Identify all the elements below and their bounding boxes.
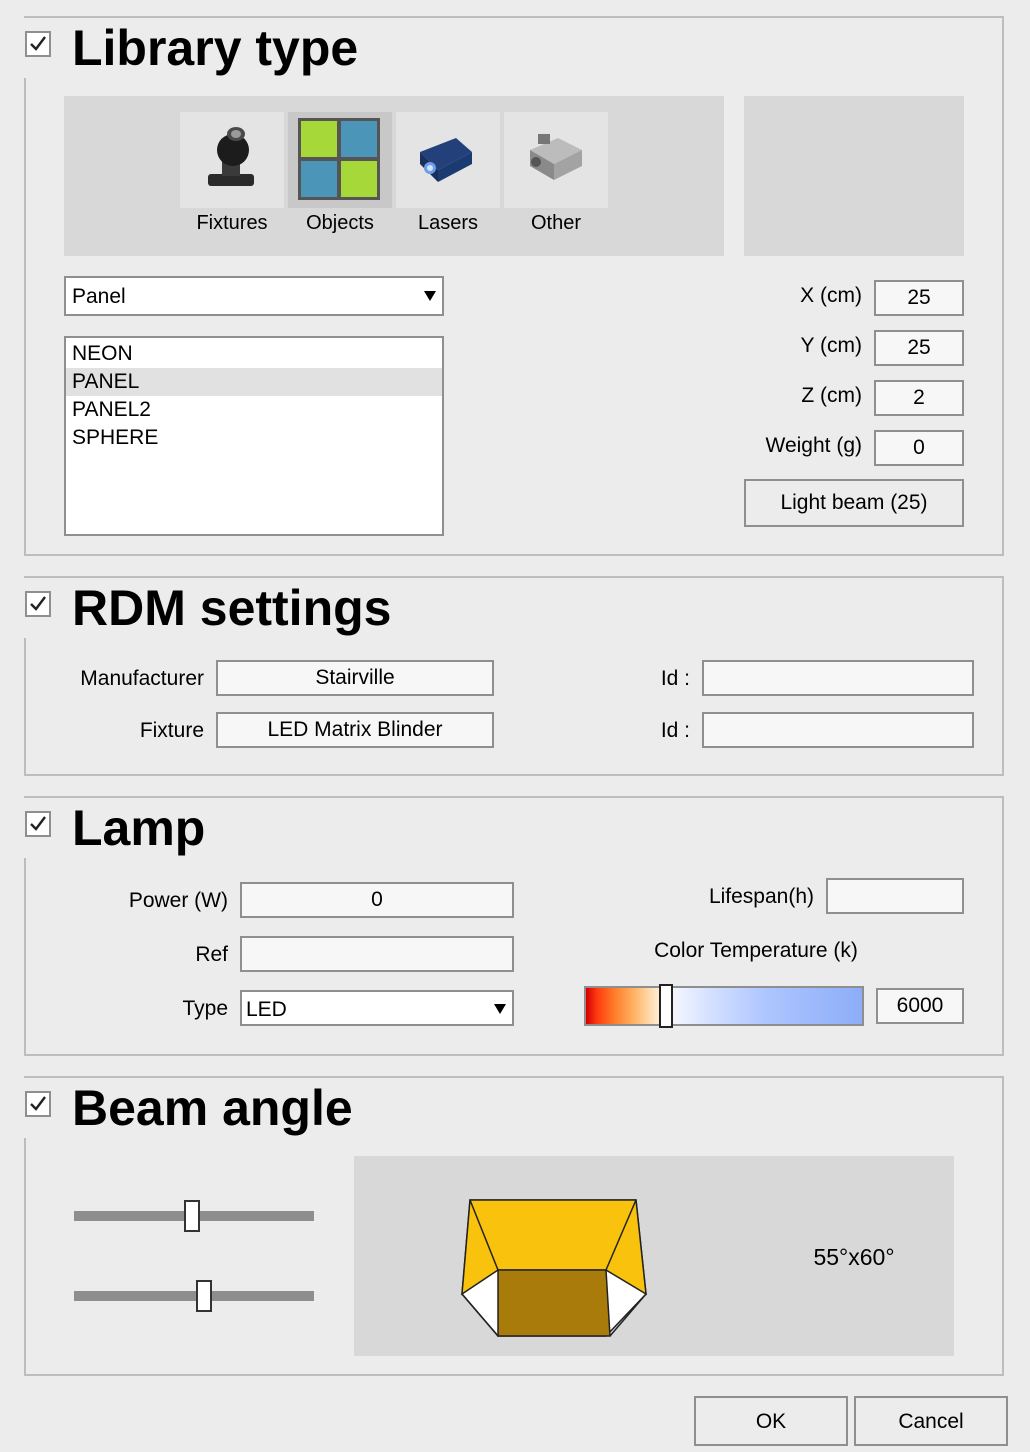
preview-panel bbox=[744, 96, 964, 256]
z-label: Z (cm) bbox=[801, 384, 862, 407]
fixture-id-label: Id : bbox=[660, 719, 690, 742]
library-type-checkbox[interactable] bbox=[25, 31, 51, 57]
objects-panel-icon bbox=[298, 118, 380, 200]
color-temperature-thumb[interactable] bbox=[659, 984, 674, 1028]
list-item-panel[interactable]: PANEL bbox=[66, 368, 442, 396]
ref-field[interactable] bbox=[240, 936, 514, 972]
moving-head-fixture-icon bbox=[208, 127, 254, 186]
type-select-value: LED bbox=[246, 998, 287, 1021]
x-label: X (cm) bbox=[800, 284, 862, 307]
dropdown-arrow-icon bbox=[494, 1004, 506, 1014]
list-item-neon[interactable]: NEON bbox=[66, 340, 442, 368]
type-label: Type bbox=[182, 997, 228, 1020]
lamp-title: Lamp bbox=[66, 800, 214, 856]
lamp-checkbox[interactable] bbox=[25, 811, 51, 837]
library-items-list[interactable]: NEON PANEL PANEL2 SPHERE bbox=[64, 336, 444, 536]
tile-lasers[interactable] bbox=[396, 112, 500, 208]
manufacturer-label: Manufacturer bbox=[80, 667, 204, 690]
manufacturer-id-field[interactable] bbox=[702, 660, 974, 696]
category-select[interactable]: Panel bbox=[64, 276, 444, 316]
beam-angle-checkbox[interactable] bbox=[25, 1091, 51, 1117]
rdm-settings-checkbox[interactable] bbox=[25, 591, 51, 617]
tile-label-fixtures: Fixtures bbox=[196, 212, 268, 234]
beam-slider-2-track[interactable] bbox=[74, 1291, 314, 1301]
check-icon bbox=[30, 36, 46, 51]
lifespan-field[interactable] bbox=[826, 878, 964, 914]
beam-angle-value: 55°x60° bbox=[813, 1244, 895, 1270]
fixture-id-field[interactable] bbox=[702, 712, 974, 748]
tile-other[interactable] bbox=[504, 112, 608, 208]
color-temperature-slider[interactable] bbox=[584, 986, 864, 1026]
beam-shape-icon bbox=[461, 1199, 647, 1337]
rdm-settings-title: RDM settings bbox=[66, 580, 400, 636]
z-field[interactable]: 2 bbox=[874, 380, 964, 416]
tile-label-objects: Objects bbox=[306, 212, 374, 234]
laser-icon bbox=[420, 138, 472, 182]
beam-angle-title: Beam angle bbox=[66, 1080, 361, 1136]
smoke-machine-icon bbox=[530, 134, 582, 180]
beam-slider-1-thumb[interactable] bbox=[183, 1200, 200, 1232]
manufacturer-field[interactable]: Stairville bbox=[216, 660, 494, 696]
library-type-title: Library type bbox=[66, 20, 367, 76]
list-item-sphere[interactable]: SPHERE bbox=[66, 424, 442, 452]
tile-fixtures[interactable] bbox=[180, 112, 284, 208]
lifespan-label: Lifespan(h) bbox=[708, 885, 814, 908]
y-label: Y (cm) bbox=[800, 334, 862, 357]
power-label: Power (W) bbox=[128, 889, 228, 912]
manufacturer-id-label: Id : bbox=[660, 667, 690, 690]
check-icon bbox=[30, 596, 46, 611]
cancel-button[interactable]: Cancel bbox=[854, 1396, 1008, 1446]
x-field[interactable]: 25 bbox=[874, 280, 964, 316]
fixture-label: Fixture bbox=[139, 719, 204, 742]
fixture-field[interactable]: LED Matrix Blinder bbox=[216, 712, 494, 748]
tile-objects[interactable] bbox=[288, 112, 392, 208]
category-select-value: Panel bbox=[72, 285, 126, 308]
tile-label-other: Other bbox=[530, 212, 582, 234]
y-field[interactable]: 25 bbox=[874, 330, 964, 366]
light-beam-button[interactable]: Light beam (25) bbox=[744, 479, 964, 527]
color-temperature-field[interactable]: 6000 bbox=[876, 988, 964, 1024]
color-temperature-label: Color Temperature (k) bbox=[654, 939, 858, 962]
ok-button[interactable]: OK bbox=[694, 1396, 848, 1446]
type-select[interactable]: LED bbox=[240, 990, 514, 1026]
check-icon bbox=[30, 816, 46, 831]
ref-label: Ref bbox=[195, 943, 228, 966]
weight-label: Weight (g) bbox=[765, 434, 862, 457]
weight-field[interactable]: 0 bbox=[874, 430, 964, 466]
beam-slider-2-thumb[interactable] bbox=[195, 1280, 212, 1312]
list-item-panel2[interactable]: PANEL2 bbox=[66, 396, 442, 424]
tile-label-lasers: Lasers bbox=[417, 212, 479, 234]
power-field[interactable]: 0 bbox=[240, 882, 514, 918]
dropdown-arrow-icon bbox=[424, 291, 436, 301]
check-icon bbox=[30, 1096, 46, 1111]
